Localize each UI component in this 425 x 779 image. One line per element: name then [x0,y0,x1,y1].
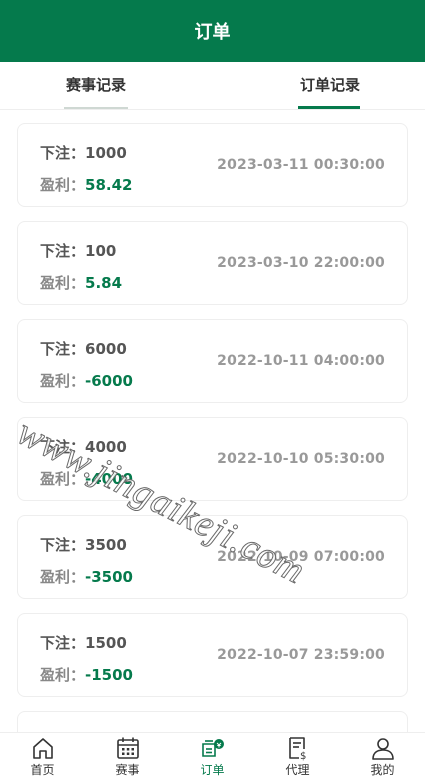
bet-row: 下注：1000 [40,142,127,163]
tab-order-records[interactable]: 订单记录 [284,62,376,110]
bet-label: 下注： [40,634,86,652]
profit-amount: -1500 [85,666,133,684]
home-icon [32,738,53,759]
record-tabs: 赛事记录 订单记录 [0,62,425,110]
profit-label: 盈利： [40,372,86,390]
profit-amount: 5.84 [85,274,123,292]
profit-label: 盈利： [40,568,86,586]
order-card[interactable]: 下注：1000 盈利：58.42 2023-03-11 00:30:00 [17,123,408,207]
page-header: 订单 [0,0,425,62]
profit-label: 盈利： [40,176,86,194]
tabbar-item-mine[interactable]: 我的 [340,733,425,779]
bet-row: 下注：4000 [40,436,127,457]
order-time: 2023-03-11 00:30:00 [217,157,385,173]
bet-amount: 1000 [85,144,127,162]
bet-row: 下注：3500 [40,534,127,555]
tabbar-item-matches[interactable]: 赛事 [85,733,170,779]
tab-match-records-label: 赛事记录 [65,76,126,94]
tabbar-item-orders[interactable]: 订单 [170,733,255,779]
order-list[interactable]: 下注：1000 盈利：58.42 2023-03-11 00:30:00 下注：… [0,110,425,732]
order-card-partial[interactable] [17,711,408,732]
profit-amount: -4000 [85,470,133,488]
bottom-tab-bar: 首页 赛事 订单 $ 代理 我的 [0,732,425,779]
tab-match-records[interactable]: 赛事记录 [48,62,144,110]
tabbar-label: 赛事 [115,763,140,777]
user-icon [371,738,394,760]
bet-row: 下注：1500 [40,632,127,653]
profit-amount: -3500 [85,568,133,586]
profit-row: 盈利：-1500 [40,664,133,685]
order-card[interactable]: 下注：4000 盈利：-4000 2022-10-10 05:30:00 [17,417,408,501]
bet-label: 下注： [40,340,86,358]
tabbar-label: 我的 [370,763,395,777]
profit-label: 盈利： [40,666,86,684]
order-time: 2022-10-07 23:59:00 [217,647,385,663]
order-time: 2022-10-11 04:00:00 [217,353,385,369]
order-time: 2023-03-10 22:00:00 [217,255,385,271]
bet-label: 下注： [40,242,86,260]
bet-amount: 1500 [85,634,127,652]
profit-amount: -6000 [85,372,133,390]
profit-row: 盈利：5.84 [40,272,122,293]
order-time: 2022-10-09 07:00:00 [217,549,385,565]
tabbar-item-home[interactable]: 首页 [0,733,85,779]
order-time: 2022-10-10 05:30:00 [217,451,385,467]
bet-amount: 4000 [85,438,127,456]
tabbar-label: 订单 [200,763,225,777]
svg-text:$: $ [300,751,306,761]
order-card[interactable]: 下注：3500 盈利：-3500 2022-10-09 07:00:00 [17,515,408,599]
bet-amount: 100 [85,242,117,260]
bet-amount: 3500 [85,536,127,554]
profit-label: 盈利： [40,274,86,292]
calendar-icon [116,737,139,759]
tab-inactive-indicator [64,107,128,109]
tabbar-label: 代理 [285,763,310,777]
profit-row: 盈利：-6000 [40,370,133,391]
order-icon [201,739,224,757]
bet-row: 下注：100 [40,240,116,261]
order-card[interactable]: 下注：100 盈利：5.84 2023-03-10 22:00:00 [17,221,408,305]
agent-icon: $ [288,737,306,761]
profit-row: 盈利：-4000 [40,468,133,489]
profit-amount: 58.42 [85,176,133,194]
order-card[interactable]: 下注：1500 盈利：-1500 2022-10-07 23:59:00 [17,613,408,697]
bet-label: 下注： [40,438,86,456]
profit-row: 盈利：58.42 [40,174,132,195]
page-title: 订单 [194,22,231,43]
bet-amount: 6000 [85,340,127,358]
tab-active-indicator [298,106,360,109]
bet-label: 下注： [40,144,86,162]
order-card[interactable]: 下注：6000 盈利：-6000 2022-10-11 04:00:00 [17,319,408,403]
bet-label: 下注： [40,536,86,554]
tabbar-label: 首页 [30,763,55,777]
profit-label: 盈利： [40,470,86,488]
tab-order-records-label: 订单记录 [299,76,360,94]
profit-row: 盈利：-3500 [40,566,133,587]
tabbar-item-agent[interactable]: $ 代理 [255,733,340,779]
bet-row: 下注：6000 [40,338,127,359]
